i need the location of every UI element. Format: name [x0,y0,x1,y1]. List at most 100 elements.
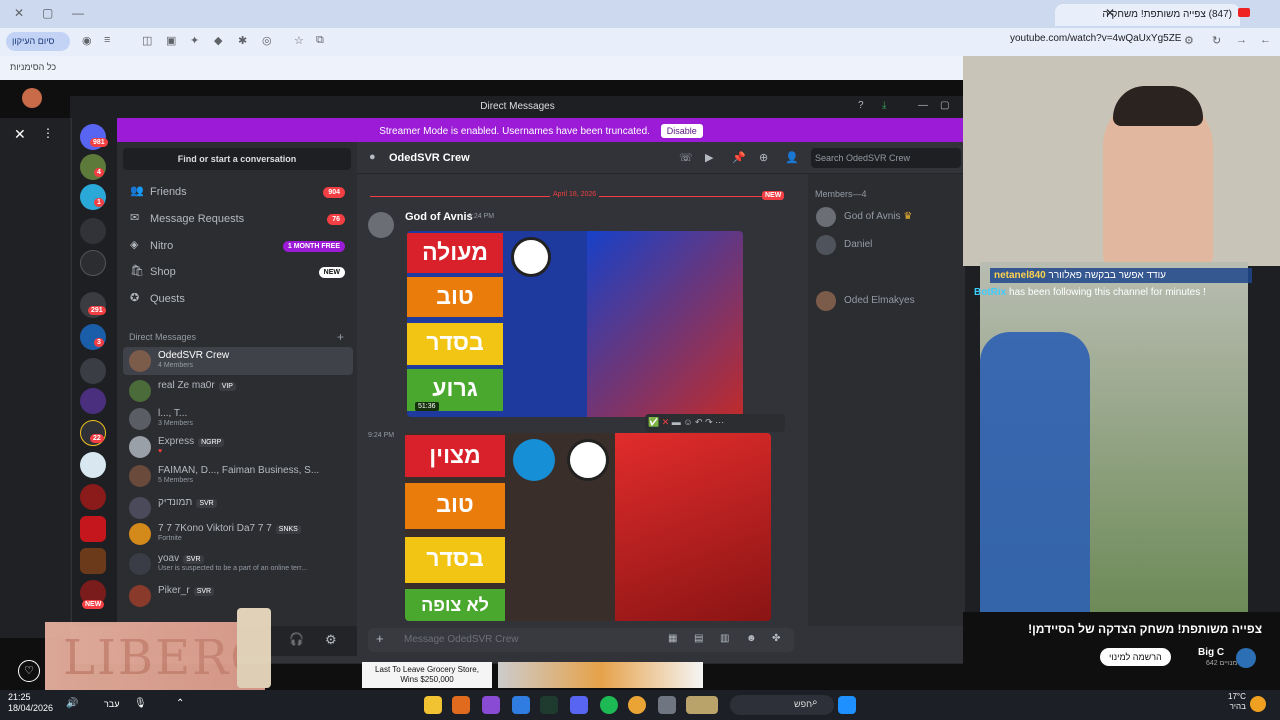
install-icon[interactable]: ⧉ [316,34,324,47]
site-settings-icon[interactable]: ⚙ [1184,34,1194,47]
weather-widget[interactable]: 17°C בהיר [1228,692,1246,712]
server-icon[interactable] [80,452,106,478]
nav-shop[interactable]: 🛍 Shop NEW [125,261,351,285]
app-icon[interactable] [512,696,530,714]
chevron-up-icon[interactable]: ⌃ [176,698,184,709]
restore-window-icon[interactable]: ▢ [42,6,53,20]
more-options-icon[interactable]: ⋮ [42,126,54,140]
extension-icon[interactable]: ≡ [104,34,110,46]
video-icon[interactable]: ▶ [705,151,713,164]
dm-item[interactable]: yoav SVR User is suspected to be a part of… [123,550,353,578]
extension-icon[interactable]: ▣ [166,34,176,47]
side-panel-pill[interactable]: סיום העיקון [6,32,70,51]
help-icon[interactable]: ? [858,100,864,111]
sticker-icon[interactable]: ▥ [720,633,729,644]
extension-icon[interactable]: ◉ [82,34,92,47]
server-icon[interactable] [80,388,106,414]
dm-item[interactable]: Express NGRP ♥ [123,433,353,461]
create-dm-button[interactable]: + [337,330,344,344]
flag-react-icon[interactable]: ▬ [672,417,681,427]
dm-item[interactable]: l..., T... 3 Members [123,405,353,433]
gift-icon[interactable]: ▦ [668,633,677,644]
reply-icon[interactable]: ↶ [695,417,703,427]
server-icon[interactable] [80,218,106,244]
attachment-image[interactable]: מעולה טוב בסדר גרוע [407,231,743,417]
download-icon[interactable]: ⤓ [882,100,886,111]
tab-close-icon[interactable]: ✕ [1105,6,1115,20]
language-indicator[interactable]: עבר [104,699,119,709]
member-item[interactable]: God of Avnis ♛ [814,205,964,229]
volume-icon[interactable]: 🔊 [66,698,78,709]
close-window-icon[interactable]: ✕ [14,6,24,20]
attach-plus-icon[interactable]: + [376,631,384,646]
gif-icon[interactable]: ▤ [694,633,703,644]
forward-icon[interactable]: → [1236,34,1247,46]
server-icon[interactable] [80,548,106,574]
server-icon[interactable] [80,250,106,276]
dm-item[interactable]: real Ze ma0r VIP [123,377,353,405]
disable-streamer-button[interactable]: Disable [660,124,703,138]
find-conversation-button[interactable]: Find or start a conversation [123,148,351,170]
message-author[interactable]: God of Avnis [405,211,473,223]
channel-name[interactable]: Big C [1198,647,1224,658]
call-icon[interactable]: ☏ [679,151,693,164]
forward-icon[interactable]: ↷ [705,417,713,427]
pin-icon[interactable]: 📌 [732,151,746,164]
nav-nitro[interactable]: ◈ Nitro 1 MONTH FREE [125,235,351,259]
app-icon[interactable] [452,696,470,714]
microphone-icon[interactable]: 🎙 [134,698,147,709]
spotify-icon[interactable] [600,696,618,714]
app-icon[interactable] [482,696,500,714]
app-icon[interactable] [658,696,676,714]
server-icon[interactable] [80,484,106,510]
address-bar[interactable]: youtube.com/watch?v=4wQaUxYg5ZE [1010,33,1200,51]
app-icon[interactable] [686,696,718,714]
settings-gear-icon[interactable]: ⚙ [325,632,337,648]
dm-item[interactable]: FAIMAN, D..., Faiman Business, S... 5 Mem… [123,462,353,490]
subscribe-button[interactable]: הרשמה למינוי [1100,648,1171,666]
close-icon[interactable]: ✕ [14,126,26,143]
extension-icon[interactable]: ◫ [142,34,152,47]
headset-icon[interactable]: 🎧 [289,632,304,646]
video-title[interactable]: צפייה משותפת! משחק הצדקה של הסיידמן! [1000,622,1262,636]
apps-icon[interactable]: ✤ [772,633,780,644]
member-item[interactable]: Daniel [814,233,964,257]
reload-icon[interactable]: ↻ [1212,34,1221,47]
windows-start-icon[interactable] [838,696,856,714]
x-react-icon[interactable]: ✕ [662,417,670,427]
extension-icon[interactable]: ◆ [214,34,222,47]
extension-icon[interactable]: ◎ [262,34,272,47]
minimize-icon[interactable]: — [918,100,928,111]
message-composer[interactable]: + Message OdedSVR Crew ▦ ▤ ▥ ☻ ✤ [368,628,794,652]
server-icon[interactable] [80,358,106,384]
taskbar-search[interactable]: חפש [730,695,834,715]
file-explorer-icon[interactable] [424,696,442,714]
chat-search-input[interactable]: Search OdedSVR Crew [811,148,961,168]
back-icon[interactable]: ← [1260,34,1271,46]
browser-tab[interactable]: (847) צפייה משותפת! משחק ה [1055,4,1240,26]
bookmark-star-icon[interactable]: ☆ [294,34,304,47]
minimize-window-icon[interactable]: — [72,6,84,20]
emoji-icon[interactable]: ☻ [746,633,757,644]
members-icon[interactable]: 👤 [785,151,799,164]
channel-avatar[interactable] [1236,648,1256,668]
check-react-icon[interactable]: ✅ [648,417,659,427]
extension-icon[interactable]: ✦ [190,34,199,47]
server-icon[interactable] [80,516,106,542]
chrome-icon[interactable] [628,696,646,714]
libero-ad[interactable]: LIBERO [45,608,271,694]
nav-quests[interactable]: ✪ Quests [125,288,351,312]
add-friends-icon[interactable]: ⊕ [759,151,768,164]
member-item[interactable]: Oded Elmakyes [814,289,964,313]
extension-icon[interactable]: ✱ [238,34,247,47]
all-bookmarks-link[interactable]: כל הסימניות [10,62,56,72]
nav-message-requests[interactable]: ✉ Message Requests 76 [125,208,351,232]
video-ad-banner[interactable]: Last To Leave Grocery Store, Wins $250,0… [362,662,492,688]
message-avatar[interactable] [368,212,394,238]
dm-item[interactable]: תמונדיק SVR [123,494,353,522]
dm-item[interactable]: OdedSVR Crew 4 Members [123,347,353,375]
heart-icon[interactable]: ♡ [18,660,40,682]
profile-avatar[interactable] [22,88,42,108]
system-clock[interactable]: 21:25 18/04/2026 [8,692,53,714]
more-icon[interactable]: ⋯ [715,417,724,427]
